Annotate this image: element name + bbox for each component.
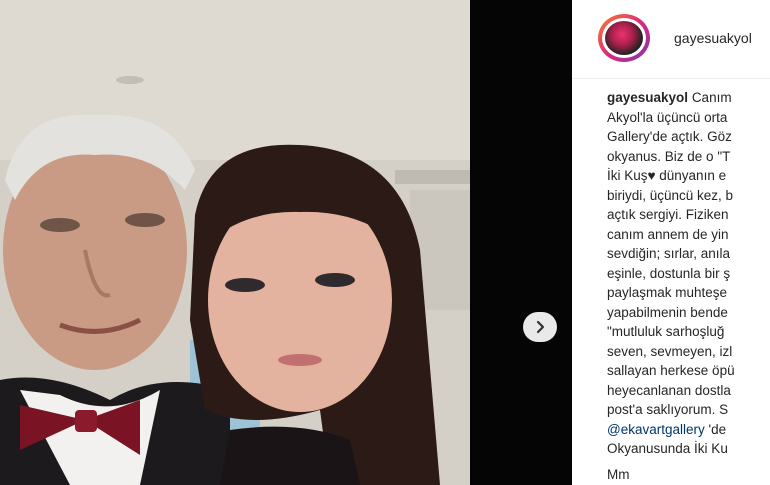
avatar-image [605, 21, 643, 55]
post-photo[interactable] [0, 0, 470, 485]
caption-line: heyecanlanan dostla [607, 382, 731, 398]
caption-line: okyanus. Biz de o "T [607, 148, 731, 164]
caption-username[interactable]: gayesuakyol [607, 90, 688, 105]
caption-line: sevdiğin; sırlar, anıla [607, 246, 731, 261]
carousel-next-button[interactable] [523, 312, 557, 342]
caption-line: seven, sevmeyen, izl [607, 343, 733, 359]
post-caption: gayesuakyol Canım Akyol'la üçüncü orta G… [607, 88, 770, 484]
post-header: gayesuakyol [572, 0, 770, 79]
caption-line: canım annem de yin [607, 226, 729, 242]
caption-line: yapabilmenin bende [607, 304, 728, 320]
caption-line: açtık sergiyi. Fiziken [607, 207, 729, 222]
caption-line: sallayan herkese öpü [607, 363, 735, 378]
mention-link[interactable]: @ekavartgallery [607, 422, 705, 437]
photo-image [0, 0, 470, 485]
caption-line: biriydi, üçüncü kez, b [607, 187, 734, 203]
caption-line: eşinle, dostunla bir ş [607, 265, 731, 281]
caption-text: 'de [704, 421, 727, 437]
caption-text: Canım [691, 90, 732, 105]
carousel-gap [470, 0, 572, 485]
caption-line: "mutluluk sarhoşluğ [607, 324, 725, 339]
chevron-right-icon [536, 320, 545, 334]
caption-line: Mm [607, 466, 630, 482]
header-username[interactable]: gayesuakyol [674, 30, 752, 46]
caption-line: İki Kuş♥ dünyanın e [607, 168, 727, 183]
caption-line: Okyanusunda İki Ku [607, 441, 728, 456]
caption-line: post'a saklıyorum. S [607, 402, 729, 417]
caption-line: Gallery'de açtık. Göz [607, 129, 732, 144]
caption-line: Akyol'la üçüncü orta [607, 109, 728, 125]
post-side-panel: gayesuakyol gayesuakyol Canım Akyol'la ü… [572, 0, 770, 485]
caption-line: paylaşmak muhteşe [607, 285, 728, 300]
profile-avatar[interactable] [598, 14, 650, 62]
